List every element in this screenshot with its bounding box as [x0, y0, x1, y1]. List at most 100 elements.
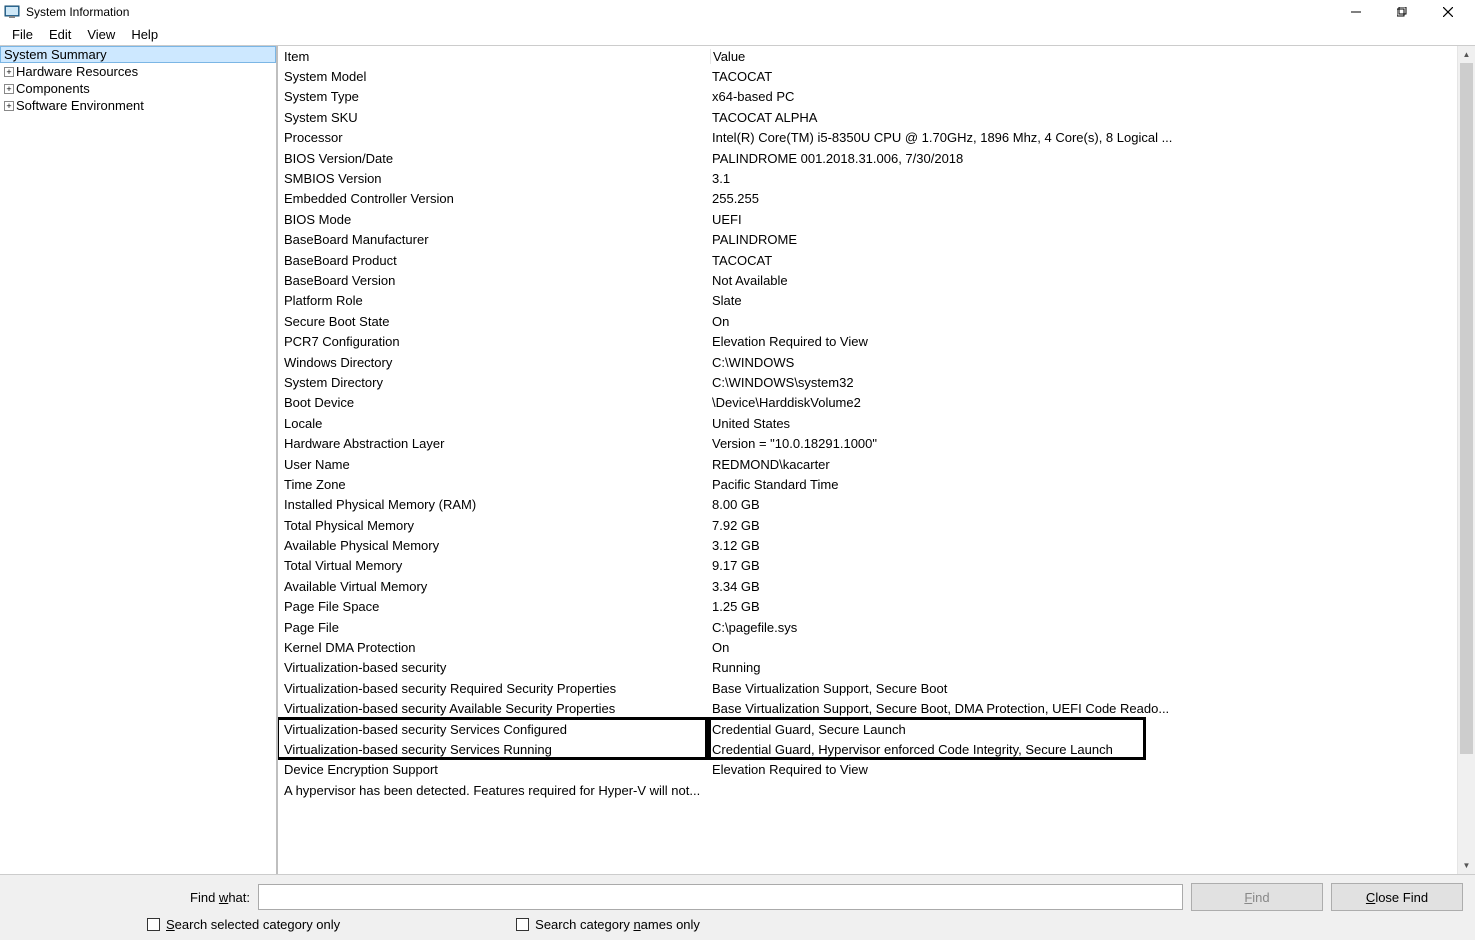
cell-item: BIOS Mode [278, 212, 710, 227]
table-header[interactable]: Item Value [278, 46, 1457, 66]
minimize-button[interactable] [1333, 0, 1379, 24]
maximize-button[interactable] [1379, 0, 1425, 24]
table-row[interactable]: System DirectoryC:\WINDOWS\system32 [278, 372, 1457, 392]
table-row[interactable]: System ModelTACOCAT [278, 66, 1457, 86]
checkbox-icon [516, 918, 529, 931]
table-row[interactable]: Virtualization-based security Required S… [278, 678, 1457, 698]
cell-item: Device Encryption Support [278, 762, 710, 777]
close-find-button[interactable]: Close Find [1331, 883, 1463, 911]
table-row[interactable]: Page FileC:\pagefile.sys [278, 617, 1457, 637]
table-row[interactable]: Available Physical Memory3.12 GB [278, 535, 1457, 555]
table-row[interactable]: Platform RoleSlate [278, 291, 1457, 311]
table-row[interactable]: Hardware Abstraction LayerVersion = "10.… [278, 433, 1457, 453]
cell-item: User Name [278, 457, 710, 472]
table-row[interactable]: Virtualization-based security Services R… [278, 739, 1457, 759]
table-row[interactable]: ProcessorIntel(R) Core(TM) i5-8350U CPU … [278, 128, 1457, 148]
table-row[interactable]: Virtualization-based security Services C… [278, 719, 1457, 739]
cell-value: 3.34 GB [710, 579, 1457, 594]
table-row[interactable]: PCR7 ConfigurationElevation Required to … [278, 331, 1457, 351]
cell-value: Base Virtualization Support, Secure Boot [710, 681, 1457, 696]
expander-icon[interactable]: + [4, 101, 14, 111]
table-row[interactable]: Virtualization-based security Available … [278, 699, 1457, 719]
col-header-value[interactable]: Value [710, 49, 1457, 64]
table-row[interactable]: Total Virtual Memory9.17 GB [278, 556, 1457, 576]
scroll-up-arrow[interactable]: ▲ [1458, 46, 1475, 63]
table-row[interactable]: Embedded Controller Version255.255 [278, 189, 1457, 209]
menu-file[interactable]: File [4, 25, 41, 44]
table-row[interactable]: BaseBoard ProductTACOCAT [278, 250, 1457, 270]
cell-item: Secure Boot State [278, 314, 710, 329]
table-row[interactable]: A hypervisor has been detected. Features… [278, 780, 1457, 800]
window-title: System Information [26, 5, 1333, 19]
tree-item-software-environment[interactable]: +Software Environment [0, 97, 276, 114]
menu-view[interactable]: View [79, 25, 123, 44]
table-row[interactable]: Secure Boot StateOn [278, 311, 1457, 331]
cell-value: On [710, 314, 1457, 329]
tree-item-system-summary[interactable]: System Summary [0, 46, 276, 63]
table-row[interactable]: Time ZonePacific Standard Time [278, 474, 1457, 494]
menu-bar: File Edit View Help [0, 24, 1475, 46]
find-button[interactable]: Find [1191, 883, 1323, 911]
table-row[interactable]: BIOS Version/DatePALINDROME 001.2018.31.… [278, 148, 1457, 168]
table-row[interactable]: Windows DirectoryC:\WINDOWS [278, 352, 1457, 372]
cell-value: 255.255 [710, 191, 1457, 206]
tree-item-components[interactable]: +Components [0, 80, 276, 97]
body-area: System Summary+Hardware Resources+Compon… [0, 46, 1475, 874]
col-header-item[interactable]: Item [278, 49, 710, 64]
cell-item: Virtualization-based security Required S… [278, 681, 710, 696]
vertical-scrollbar[interactable]: ▲ ▼ [1458, 46, 1475, 874]
cell-value: Pacific Standard Time [710, 477, 1457, 492]
search-selected-category-only-checkbox[interactable]: Search selected category only [147, 917, 340, 932]
table-row[interactable]: System SKUTACOCAT ALPHA [278, 107, 1457, 127]
cell-item: Hardware Abstraction Layer [278, 436, 710, 451]
table-row[interactable]: System Typex64-based PC [278, 87, 1457, 107]
cell-value: UEFI [710, 212, 1457, 227]
table-row[interactable]: BIOS ModeUEFI [278, 209, 1457, 229]
cell-value: Elevation Required to View [710, 762, 1457, 777]
menu-edit[interactable]: Edit [41, 25, 79, 44]
expander-icon[interactable]: + [4, 84, 14, 94]
table-row[interactable]: Device Encryption SupportElevation Requi… [278, 760, 1457, 780]
scroll-down-arrow[interactable]: ▼ [1458, 857, 1475, 874]
table-row[interactable]: SMBIOS Version3.1 [278, 168, 1457, 188]
cell-value: REDMOND\kacarter [710, 457, 1457, 472]
cell-item: Time Zone [278, 477, 710, 492]
cell-item: System Directory [278, 375, 710, 390]
cell-item: Virtualization-based security Available … [278, 701, 710, 716]
expander-icon[interactable]: + [4, 67, 14, 77]
table-row[interactable]: LocaleUnited States [278, 413, 1457, 433]
table-row[interactable]: Total Physical Memory7.92 GB [278, 515, 1457, 535]
scroll-thumb[interactable] [1460, 63, 1473, 754]
cell-item: BaseBoard Version [278, 273, 710, 288]
table-row[interactable]: Available Virtual Memory3.34 GB [278, 576, 1457, 596]
table-row[interactable]: Kernel DMA ProtectionOn [278, 637, 1457, 657]
close-button[interactable] [1425, 0, 1471, 24]
cell-item: PCR7 Configuration [278, 334, 710, 349]
table-row[interactable]: BaseBoard VersionNot Available [278, 270, 1457, 290]
cell-value: 1.25 GB [710, 599, 1457, 614]
table-row[interactable]: Boot Device\Device\HarddiskVolume2 [278, 393, 1457, 413]
cell-item: SMBIOS Version [278, 171, 710, 186]
cell-item: A hypervisor has been detected. Features… [278, 783, 710, 798]
find-label: Find what: [0, 890, 250, 905]
table-row[interactable]: User NameREDMOND\kacarter [278, 454, 1457, 474]
cell-item: System Model [278, 69, 710, 84]
cell-value: 9.17 GB [710, 558, 1457, 573]
search-category-names-only-checkbox[interactable]: Search category names only [516, 917, 700, 932]
table-row[interactable]: Page File Space1.25 GB [278, 597, 1457, 617]
cell-value: PALINDROME 001.2018.31.006, 7/30/2018 [710, 151, 1457, 166]
cell-item: Boot Device [278, 395, 710, 410]
cell-item: Page File [278, 620, 710, 635]
menu-help[interactable]: Help [123, 25, 166, 44]
cell-item: Locale [278, 416, 710, 431]
cell-value: C:\WINDOWS [710, 355, 1457, 370]
tree-item-hardware-resources[interactable]: +Hardware Resources [0, 63, 276, 80]
cell-item: BaseBoard Product [278, 253, 710, 268]
table-row[interactable]: Installed Physical Memory (RAM)8.00 GB [278, 495, 1457, 515]
table-row[interactable]: Virtualization-based securityRunning [278, 658, 1457, 678]
table-row[interactable]: BaseBoard ManufacturerPALINDROME [278, 230, 1457, 250]
cell-value: 8.00 GB [710, 497, 1457, 512]
cell-value: C:\WINDOWS\system32 [710, 375, 1457, 390]
find-input[interactable] [258, 884, 1183, 910]
cell-item: Embedded Controller Version [278, 191, 710, 206]
